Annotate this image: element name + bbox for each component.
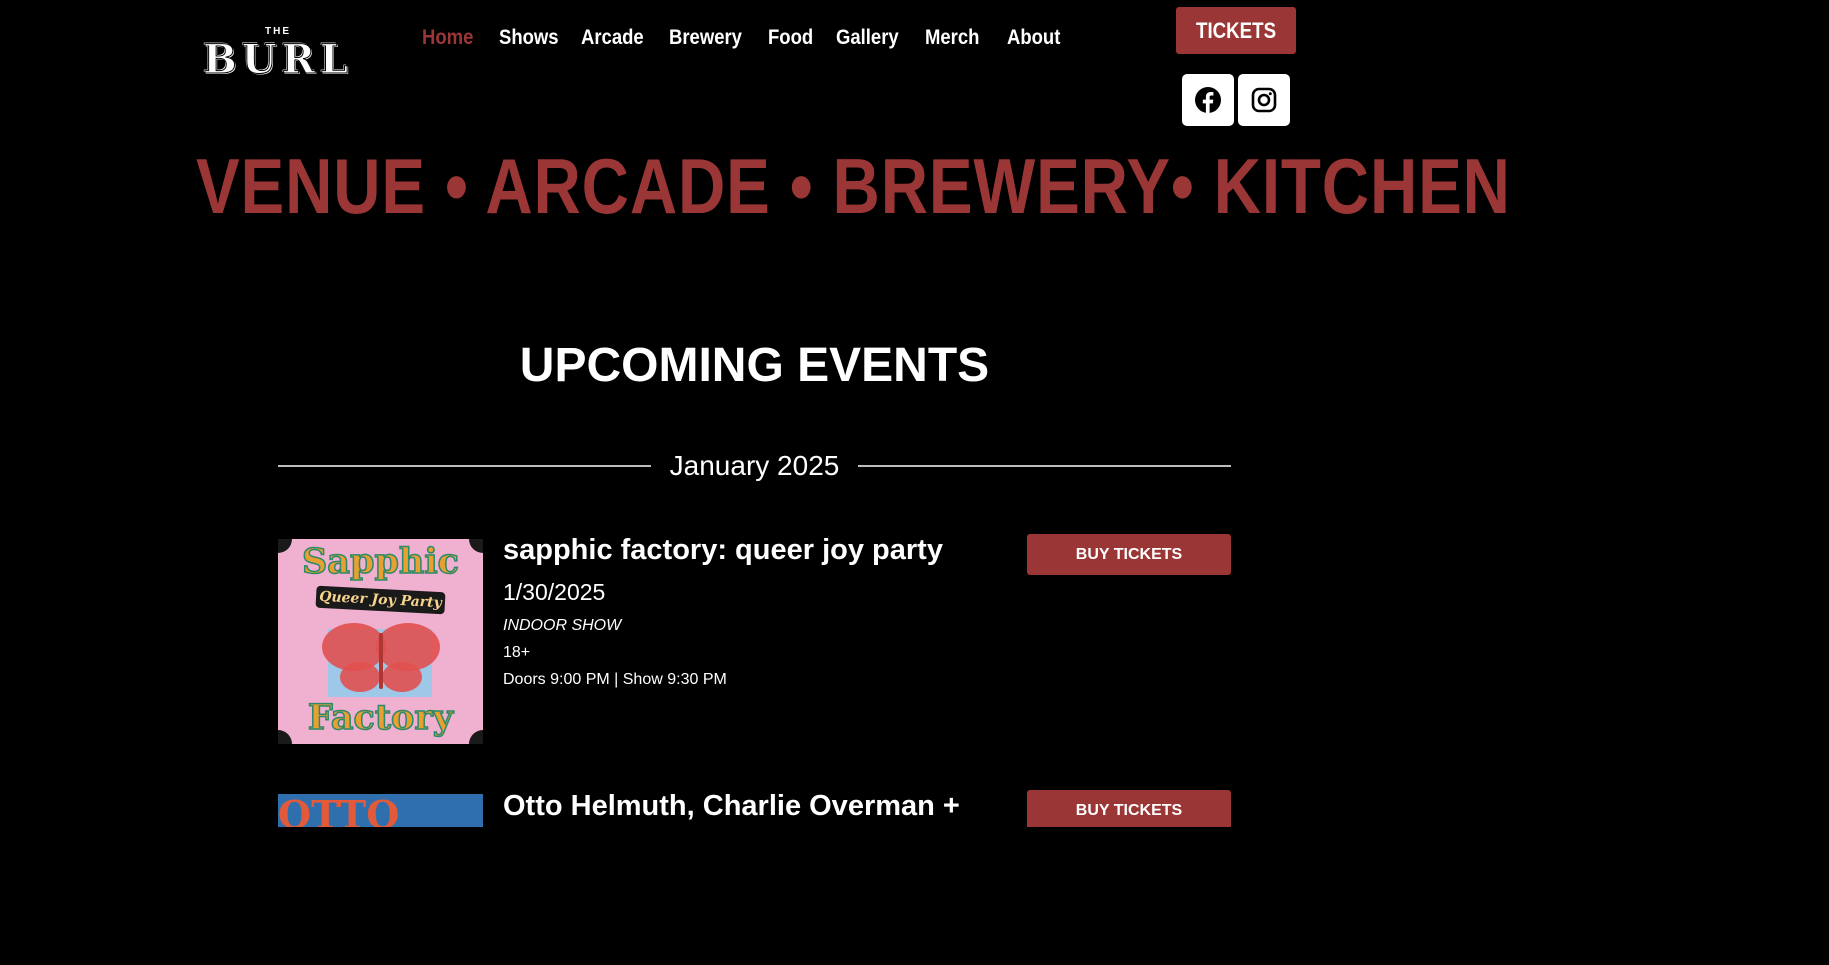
divider-line-right xyxy=(858,465,1231,467)
poster-band-text: Queer Joy Party xyxy=(315,585,446,615)
tickets-button-label: TICKETS xyxy=(1195,17,1277,43)
event-times: Doors 9:00 PM | Show 9:30 PM xyxy=(503,671,727,688)
event-title[interactable]: sapphic factory: queer joy party xyxy=(503,534,1023,566)
nav-item-food[interactable]: Food xyxy=(768,22,828,54)
nav-item-about[interactable]: About xyxy=(1007,22,1060,54)
nav-item-merch[interactable]: Merch xyxy=(925,22,997,54)
nav-item-brewery[interactable]: Brewery xyxy=(669,22,756,54)
poster-bottom-text: Factory xyxy=(307,696,454,739)
event-info: Otto Helmuth, Charlie Overman + xyxy=(503,790,1023,822)
instagram-link[interactable] xyxy=(1238,74,1290,126)
month-label: January 2025 xyxy=(669,450,840,481)
butterfly-icon xyxy=(322,623,440,692)
event-date: 1/30/2025 xyxy=(503,579,606,605)
nav-item-gallery[interactable]: Gallery xyxy=(836,22,914,54)
events-heading: UPCOMING EVENTS xyxy=(519,339,990,392)
facebook-icon xyxy=(1195,87,1221,113)
event-title[interactable]: Otto Helmuth, Charlie Overman + xyxy=(503,790,1023,822)
page: THE BURL Home Shows Arcade Brewery Food … xyxy=(0,0,1568,827)
event-poster[interactable]: OTTO xyxy=(278,794,483,827)
event-age: 18+ xyxy=(503,644,531,661)
nav-item-shows[interactable]: Shows xyxy=(499,22,571,54)
event-info: sapphic factory: queer joy party 1/30/20… xyxy=(503,534,1023,690)
event-type: INDOOR SHOW xyxy=(503,617,622,634)
instagram-icon xyxy=(1251,87,1277,113)
facebook-link[interactable] xyxy=(1182,74,1234,126)
event-item: OTTO Otto Helmuth, Charlie Overman + BUY… xyxy=(278,790,1231,827)
buy-tickets-button[interactable]: BUY TICKETS xyxy=(1027,534,1231,575)
event-item: Sapphic Queer Joy Party Factory sapphic … xyxy=(278,534,1231,746)
divider-line-left xyxy=(278,465,651,467)
tagline-text: VENUE • ARCADE • BREWERY• KITCHEN xyxy=(196,142,1511,230)
poster-top-text: OTTO xyxy=(278,794,400,827)
nav-item-arcade[interactable]: Arcade xyxy=(581,22,658,54)
tickets-button[interactable]: TICKETS xyxy=(1176,7,1296,54)
poster-top-text: Sapphic xyxy=(301,540,459,583)
logo-large-text: BURL xyxy=(203,36,354,84)
tagline: VENUE • ARCADE • BREWERY• KITCHEN xyxy=(196,140,1510,232)
event-poster[interactable]: Sapphic Queer Joy Party Factory xyxy=(278,539,483,744)
month-divider: January 2025 xyxy=(278,446,1231,486)
main-nav: Home Shows Arcade Brewery Food Gallery M… xyxy=(422,22,1067,54)
buy-tickets-button[interactable]: BUY TICKETS xyxy=(1027,790,1231,827)
site-logo[interactable]: THE BURL xyxy=(203,26,353,84)
nav-item-home[interactable]: Home xyxy=(422,22,490,54)
